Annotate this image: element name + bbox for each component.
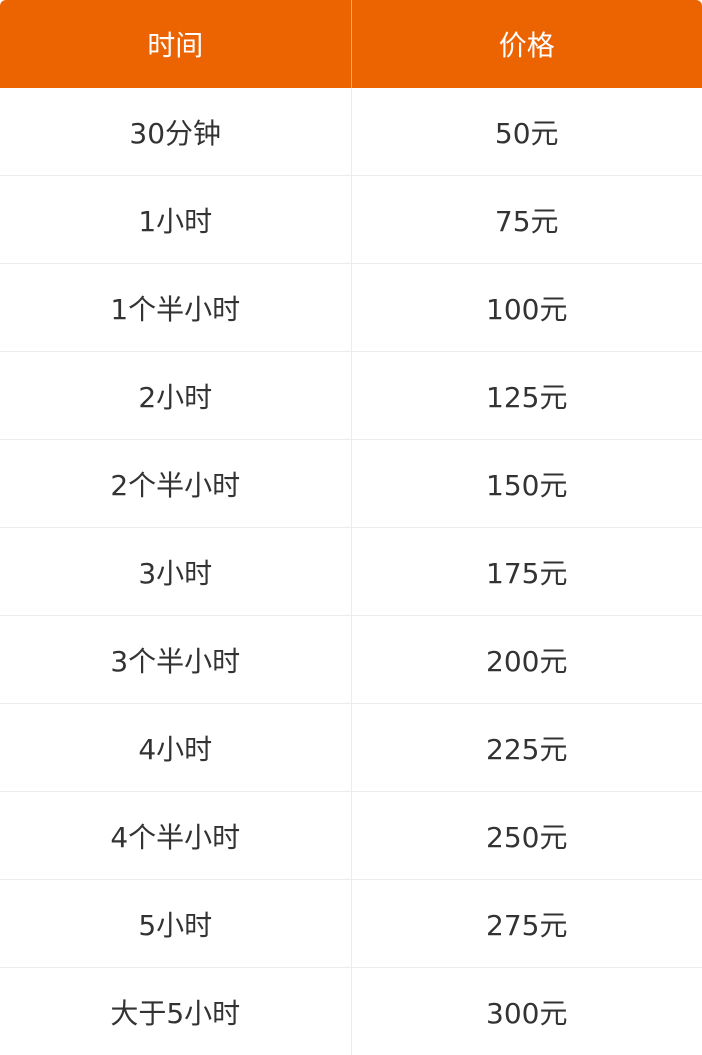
price-cell: 125元 [350,351,702,440]
price-cell: 75元 [350,175,702,264]
time-cell: 4小时 [0,703,351,792]
table-row: 3个半小时 200元 [0,615,702,704]
time-cell: 3个半小时 [0,615,351,704]
time-cell: 1小时 [0,175,351,264]
table-row: 1小时 75元 [0,175,702,264]
price-cell: 50元 [350,88,702,176]
table-row: 2个半小时 150元 [0,439,702,528]
price-cell: 100元 [350,263,702,352]
price-cell: 225元 [350,703,702,792]
price-cell: 175元 [350,527,702,616]
time-cell: 2小时 [0,351,351,440]
table-header-row: 时间 价格 [0,0,702,88]
time-cell: 1个半小时 [0,263,351,352]
header-price: 价格 [350,0,702,88]
time-cell: 30分钟 [0,88,351,176]
price-cell: 200元 [350,615,702,704]
table-row: 大于5小时 300元 [0,967,702,1055]
table-row: 2小时 125元 [0,351,702,440]
header-time: 时间 [0,0,351,88]
table-row: 4个半小时 250元 [0,791,702,880]
price-cell: 250元 [350,791,702,880]
price-cell: 150元 [350,439,702,528]
price-table: 时间 价格 30分钟 50元 1小时 75元 1个半小时 100元 2小时 12… [0,0,702,1055]
time-cell: 3小时 [0,527,351,616]
table-row: 4小时 225元 [0,703,702,792]
table-row: 30分钟 50元 [0,88,702,176]
time-cell: 2个半小时 [0,439,351,528]
table-row: 3小时 175元 [0,527,702,616]
time-cell: 大于5小时 [110,996,241,1030]
table-row: 1个半小时 100元 [0,263,702,352]
table-row: 5小时 275元 [0,879,702,968]
price-cell: 275元 [350,879,702,968]
time-cell: 5小时 [0,879,351,968]
price-cell: 300元 [350,967,702,1055]
time-cell: 4个半小时 [0,791,351,880]
